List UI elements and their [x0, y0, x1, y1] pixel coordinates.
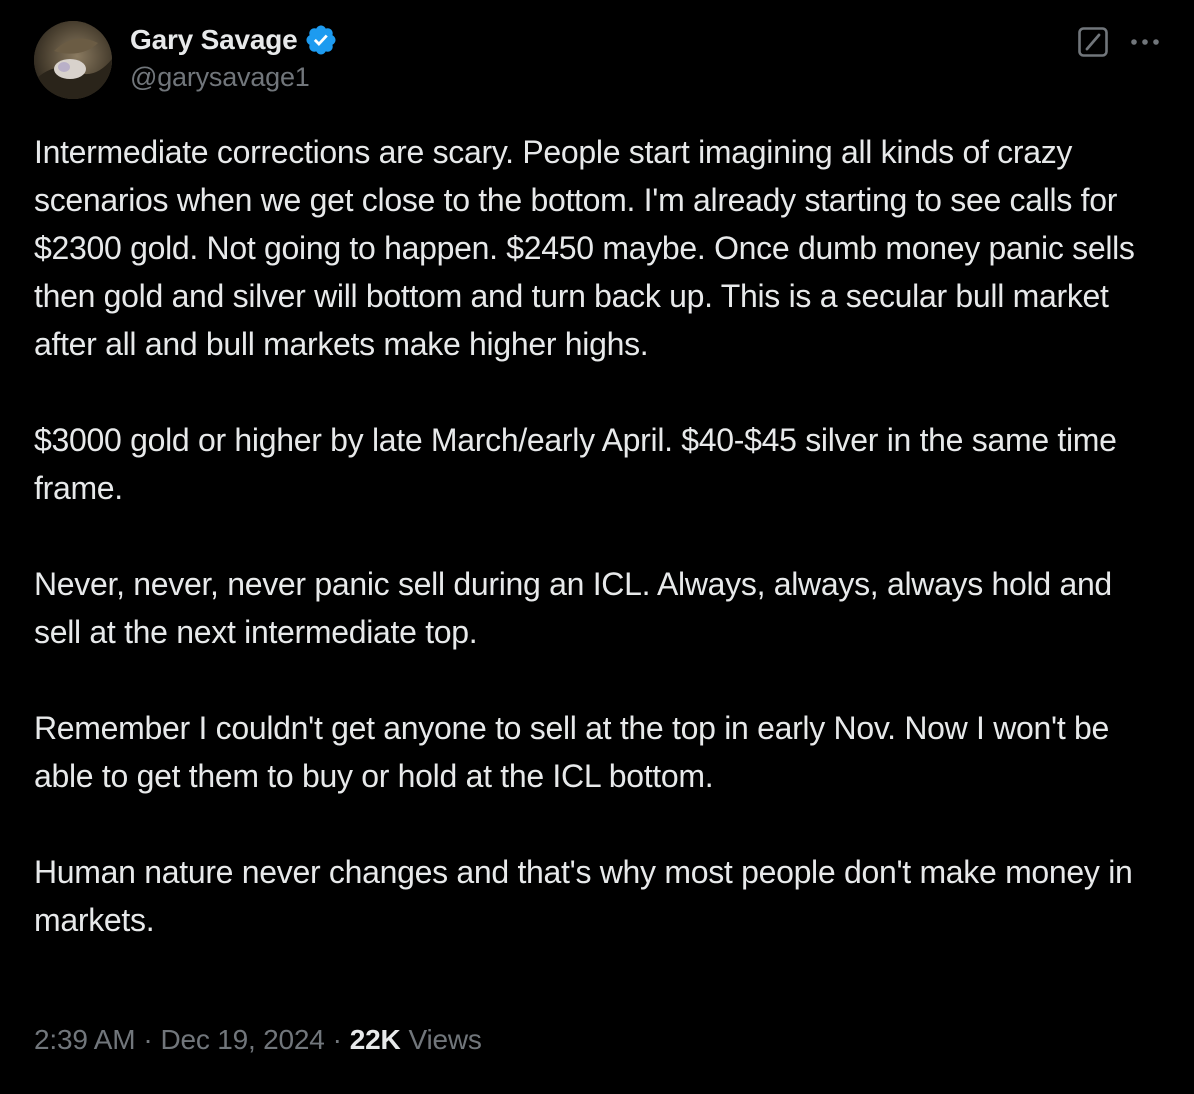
- tweet-paragraph: Intermediate corrections are scary. Peop…: [34, 134, 1135, 362]
- verified-check-icon[interactable]: [304, 23, 338, 57]
- tweet-paragraph: Human nature never changes and that's wh…: [34, 854, 1133, 938]
- views-count[interactable]: 22K: [350, 1024, 401, 1056]
- avatar[interactable]: [34, 21, 112, 99]
- meta-separator: ·: [143, 1024, 153, 1055]
- author-identity: Gary Savage @garysavage1: [130, 22, 338, 93]
- tweet-time[interactable]: 2:39 AM: [34, 1024, 136, 1056]
- tweet-text: Intermediate corrections are scary. Peop…: [34, 128, 1164, 944]
- name-row: Gary Savage: [130, 22, 338, 58]
- tweet-card: Gary Savage @garysavage1 Intermediate co…: [0, 0, 1194, 1094]
- tweet-meta: 2:39 AM · Dec 19, 2024 · 22K Views: [34, 1024, 482, 1056]
- tweet-paragraph: $3000 gold or higher by late March/early…: [34, 422, 1117, 506]
- display-name[interactable]: Gary Savage: [130, 24, 298, 56]
- tweet-date[interactable]: Dec 19, 2024: [160, 1024, 324, 1056]
- tweet-paragraph: Remember I couldn't get anyone to sell a…: [34, 710, 1110, 794]
- tweet-paragraph: Never, never, never panic sell during an…: [34, 566, 1112, 650]
- views-label: Views: [408, 1024, 482, 1055]
- author-handle[interactable]: @garysavage1: [130, 62, 338, 93]
- more-horizontal-icon[interactable]: [1128, 29, 1162, 55]
- meta-separator: ·: [332, 1024, 342, 1055]
- avatar-image: [34, 21, 112, 99]
- grok-slash-icon[interactable]: [1077, 26, 1109, 58]
